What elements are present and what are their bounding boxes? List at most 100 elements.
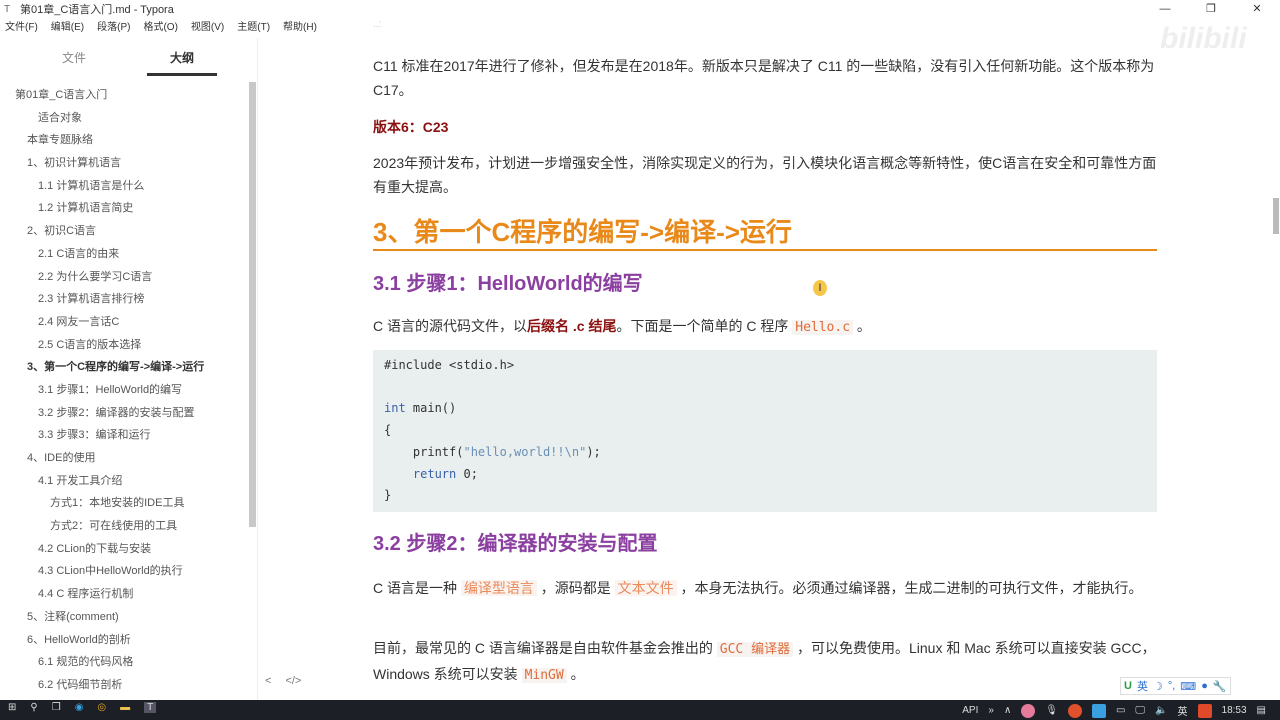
version-heading: 版本6：C23 [373,119,449,135]
menu-format[interactable]: 格式(O) [143,19,177,37]
text-cursor-icon: I [813,280,827,296]
outline-item[interactable]: 1.2 计算机语言简史 [0,197,245,220]
chrome-icon[interactable]: ◎ [97,702,106,713]
input-language[interactable]: 英 [1178,703,1188,718]
network-icon[interactable]: 🖵 [1135,705,1145,716]
paragraph: 目前，最常见的 C 语言编译器是自由软件基金会推出的 GCC 编译器 ，可以免费… [373,640,1156,683]
paragraph: 2023年预计发布，计划进一步增强安全性，消除实现定义的行为，引入模块化语言概念… [373,155,1157,195]
file-explorer-icon[interactable]: ▬ [120,702,130,713]
outline-item[interactable]: 2.4 网友一言话C [0,311,245,334]
editor-scrollbar[interactable] [1273,198,1279,234]
edge-icon[interactable]: ◉ [75,702,84,713]
outline-item[interactable]: 2.5 C语言的版本选择 [0,334,245,357]
outline-item[interactable]: 4.1 开发工具介绍 [0,470,245,493]
taskbar: ⊞ ⚲ ❒ ◉ ◎ ▬ T API » ∧ 🎙 ▭ 🖵 🔈 英 18:53 ▤ [0,700,1280,720]
window-title: 第01章_C语言入门.md - Typora [20,4,174,16]
menu-file[interactable]: 文件(F) [5,19,38,37]
typora-taskbar-icon[interactable]: T [144,702,157,713]
outline-item[interactable]: 2.2 为什么要学习C语言 [0,266,245,289]
menu-theme[interactable]: 主题(T) [237,19,270,37]
outline-item[interactable]: 4、IDE的使用 [0,447,245,470]
ime-language[interactable]: 英 [1137,678,1148,694]
recorder-icon[interactable] [1067,703,1082,718]
punctuation-icon[interactable]: °, [1168,680,1175,692]
microphone-icon[interactable]: 🎙 [1045,705,1058,716]
source-code-mode-icon[interactable]: </> [285,675,301,687]
task-view-icon[interactable]: ❒ [52,702,61,713]
subsection-heading: 3.1 步骤1：HelloWorld的编写 [373,273,643,295]
bilibili-watermark: bilibili [1160,22,1247,55]
outline-item[interactable]: 本章专题脉络 [0,129,245,152]
tab-files[interactable]: 文件 [62,49,86,66]
chevron-icon[interactable]: » [988,705,994,716]
outline-item[interactable]: 3.2 步骤2：编译器的安装与配置 [0,402,245,425]
outline-item[interactable]: 1.1 计算机语言是什么 [0,175,245,198]
wrench-icon[interactable]: 🔧 [1213,680,1227,693]
text: 。 [853,318,871,334]
battery-icon[interactable]: ▭ [1116,705,1125,716]
search-icon[interactable]: ⚲ [30,702,37,713]
show-hidden-icons[interactable]: ∧ [1004,705,1011,716]
sogou-icon[interactable] [1197,703,1212,718]
inline-code: Hello.c [792,320,854,335]
bold-text: 后缀名 .c 结尾 [527,318,617,334]
text: C 语言的源代码文件，以 [373,318,527,334]
ime-logo-icon: U [1124,680,1132,692]
inline-code: GCC 编译器 [716,642,794,657]
user-icon[interactable]: ● [1201,680,1208,692]
outline-item[interactable]: 6.1 规范的代码风格 [0,651,245,674]
outline-item[interactable]: 第01章_C语言入门 [0,84,245,107]
highlight: 文本文件 [614,580,677,596]
outline-item[interactable]: 3.1 步骤1：HelloWorld的编写 [0,379,245,402]
section-heading: 3、第一个C程序的编写->编译->运行 [373,214,1157,251]
maximize-button[interactable]: ❐ [1188,0,1234,18]
outline-item[interactable]: 方式2：可在线使用的工具 [0,515,245,538]
flower-icon[interactable] [1021,703,1036,718]
minimize-button[interactable]: — [1142,0,1188,18]
outline-item[interactable]: 方式1：本地安装的IDE工具 [0,492,245,515]
outline-item[interactable]: 3、第一个C程序的编写->编译->运行 [0,356,245,379]
menu-paragraph[interactable]: 段落(P) [97,19,130,37]
sidebar: 文件 大纲 第01章_C语言入门 适合对象 本章专题脉络 1、初识计算机语言 1.1 计… [0,38,301,700]
menu-help[interactable]: 帮助(H) [283,19,317,37]
paragraph: C11 标准在2017年进行了修补，但发布是在2018年。新版本只是解决了 C1… [373,58,1155,98]
paragraph: C 语言是一种 编译型语言 ，源码都是 文本文件 ，本身无法执行。必须通过编译器… [373,580,1143,596]
close-button[interactable]: ✕ [1234,0,1280,18]
menu-view[interactable]: 视图(V) [191,19,224,37]
back-icon[interactable]: < [265,675,271,687]
outline-item[interactable]: 6.2 代码细节剖析 [0,674,245,697]
volume-icon[interactable]: 🔈 [1155,705,1167,716]
menu-bar: 文件(F) 编辑(E) 段落(P) 格式(O) 视图(V) 主题(T) 帮助(H… [0,19,325,37]
sidebar-scrollbar[interactable] [249,82,256,527]
text: 。下面是一个简单的 C 程序 [616,318,793,334]
outline-item[interactable]: 4.4 C 程序运行机制 [0,583,245,606]
typora-app-icon: T [4,3,11,15]
outline-item[interactable]: 2.1 C语言的由来 [0,243,245,266]
tab-outline[interactable]: 大纲 [170,49,194,66]
highlight: 编译型语言 [460,580,537,596]
ime-toolbar[interactable]: U 英 ☽ °, ⌨ ● 🔧 [1120,677,1231,695]
active-tab-indicator [147,73,217,76]
app-tray-icon[interactable] [1091,703,1106,718]
outline-item[interactable]: 6、HelloWorld的剖析 [0,629,245,652]
outline-item[interactable]: 5、注释(comment) [0,606,245,629]
outline-item[interactable]: 2.3 计算机语言排行榜 [0,288,245,311]
clock[interactable]: 18:53 [1222,705,1247,716]
outline-item[interactable]: 3.3 步骤3：编译和运行 [0,424,245,447]
moon-icon[interactable]: ☽ [1153,680,1163,693]
start-icon[interactable]: ⊞ [8,702,16,713]
keyboard-icon[interactable]: ⌨ [1180,680,1196,693]
outline-item[interactable]: 1、初识计算机语言 [0,152,245,175]
menu-edit[interactable]: 编辑(E) [51,19,84,37]
notifications-icon[interactable]: ▤ [1257,705,1266,716]
code-block[interactable]: #include <stdio.h> int main() { printf("… [373,350,1157,512]
paragraph: C 语言的源代码文件，以后缀名 .c 结尾。下面是一个简单的 C 程序 Hell… [373,314,1157,340]
outline-item[interactable]: 2、初识C语言 [0,220,245,243]
subsection-heading: 3.2 步骤2：编译器的安装与配置 [373,533,658,555]
outline-item[interactable]: 4.2 CLion的下载与安装 [0,538,245,561]
api-label: API [962,705,979,716]
title-bar: T 第01章_C语言入门.md - Typora — ❐ ✕ [0,0,1280,18]
outline-item[interactable]: 4.3 CLion中HelloWorld的执行 [0,560,245,583]
outline-item[interactable]: 适合对象 [0,107,245,130]
inline-code: MinGW [521,668,567,683]
